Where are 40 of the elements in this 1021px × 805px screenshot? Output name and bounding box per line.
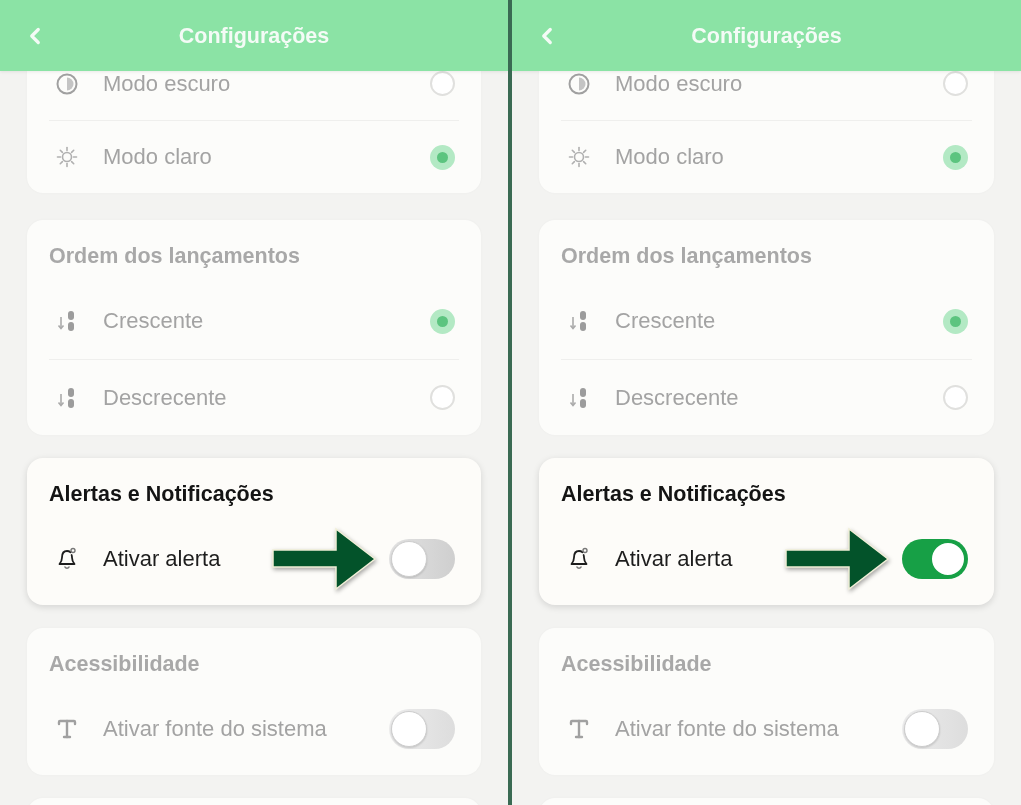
option-label: Crescente: [103, 308, 204, 334]
section-title: Ordem dos lançamentos: [561, 244, 813, 268]
screen-title: Configurações: [690, 22, 843, 49]
section-title: Alertas e Notificações: [561, 482, 787, 506]
radio-button[interactable]: [943, 144, 968, 170]
radio-button[interactable]: [430, 144, 455, 170]
contrast-icon: [56, 72, 78, 95]
section-title: Acessibilidade: [49, 652, 201, 676]
section-title: Alertas e Notificações: [49, 482, 275, 506]
section-title: Ordem dos lançamentos: [49, 244, 301, 268]
arrow-icon: [784, 527, 890, 591]
contrast-icon: [568, 72, 590, 95]
radio-button[interactable]: [430, 308, 455, 334]
radio-button[interactable]: [430, 385, 455, 410]
option-label: Descrecente: [615, 384, 739, 411]
radio-button[interactable]: [943, 385, 968, 410]
option-label: Ativar fonte do sistema: [615, 716, 839, 742]
option-label: Modo escuro: [615, 70, 743, 97]
arrow-icon: [271, 527, 377, 591]
option-label: Modo claro: [615, 144, 724, 170]
sun-icon: [56, 146, 78, 168]
option-label: Ativar alerta: [615, 546, 733, 572]
toggle-switch[interactable]: [902, 539, 968, 579]
text-size-icon: [567, 717, 591, 741]
radio-button[interactable]: [943, 308, 968, 334]
option-label: Ativar alerta: [103, 546, 221, 572]
toggle-switch[interactable]: [389, 709, 455, 749]
screen-title: Configurações: [177, 22, 331, 49]
toggle-switch[interactable]: [902, 709, 968, 749]
section-title: Acessibilidade: [561, 652, 713, 676]
option-label: Modo claro: [103, 144, 212, 170]
option-label: Descrecente: [103, 384, 227, 411]
radio-button[interactable]: [943, 71, 968, 96]
radio-button[interactable]: [430, 71, 455, 96]
option-label: Modo escuro: [103, 70, 231, 97]
option-label: Crescente: [615, 308, 716, 334]
toggle-switch[interactable]: [389, 539, 455, 579]
option-label: Ativar fonte do sistema: [103, 716, 327, 742]
text-size-icon: [55, 717, 79, 741]
sun-icon: [568, 146, 590, 168]
